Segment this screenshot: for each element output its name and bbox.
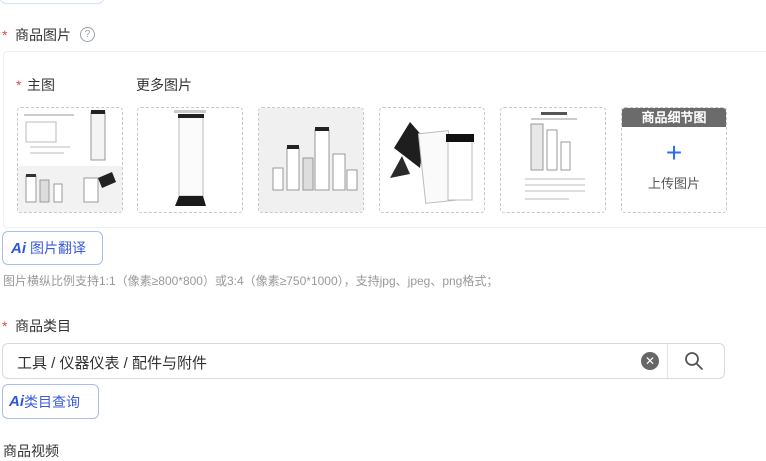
more-image-thumbnail[interactable] — [500, 107, 606, 213]
category-value: 工具 / 仪器仪表 / 配件与附件 — [17, 355, 208, 372]
ai-image-translate-button[interactable]: Ai 图片翻译 — [2, 231, 103, 265]
required-asterisk-main: * — [16, 77, 22, 93]
search-icon[interactable] — [684, 351, 704, 376]
question-circle-icon[interactable]: ? — [80, 27, 95, 42]
image-format-hint: 图片横纵比例支持1:1（像素≥800*800）或3:4（像素≥750*1000）… — [3, 274, 499, 288]
upload-detail-image-button[interactable]: 商品细节图 + 上传图片 — [621, 107, 727, 213]
video-label: 商品视频 — [3, 443, 59, 459]
clear-circle-icon[interactable]: ✕ — [641, 352, 659, 370]
ai-category-query-label: 类目查询 — [24, 393, 80, 410]
images-label: 商品图片 — [15, 27, 71, 43]
more-image-thumbnail[interactable] — [379, 107, 485, 213]
more-image-thumbnail[interactable] — [137, 107, 243, 213]
previous-field-stub — [0, 0, 104, 4]
ai-icon: Ai — [11, 239, 26, 257]
more-images-label: 更多图片 — [136, 77, 192, 93]
plus-icon: + — [665, 137, 683, 168]
ai-category-query-button[interactable]: Ai 类目查询 — [2, 384, 99, 419]
required-asterisk-category: * — [2, 318, 8, 334]
upload-tile-header: 商品细节图 — [622, 108, 726, 127]
main-image-thumbnail[interactable] — [17, 107, 123, 213]
required-asterisk: * — [2, 27, 8, 43]
main-image-label: 主图 — [27, 77, 55, 93]
upload-image-label: 上传图片 — [647, 176, 700, 191]
ai-translate-label: 图片翻译 — [30, 240, 86, 256]
category-label: 商品类目 — [15, 318, 71, 334]
ai-icon: Ai — [9, 393, 24, 410]
more-image-thumbnail[interactable] — [258, 107, 364, 213]
select-divider — [667, 344, 668, 378]
